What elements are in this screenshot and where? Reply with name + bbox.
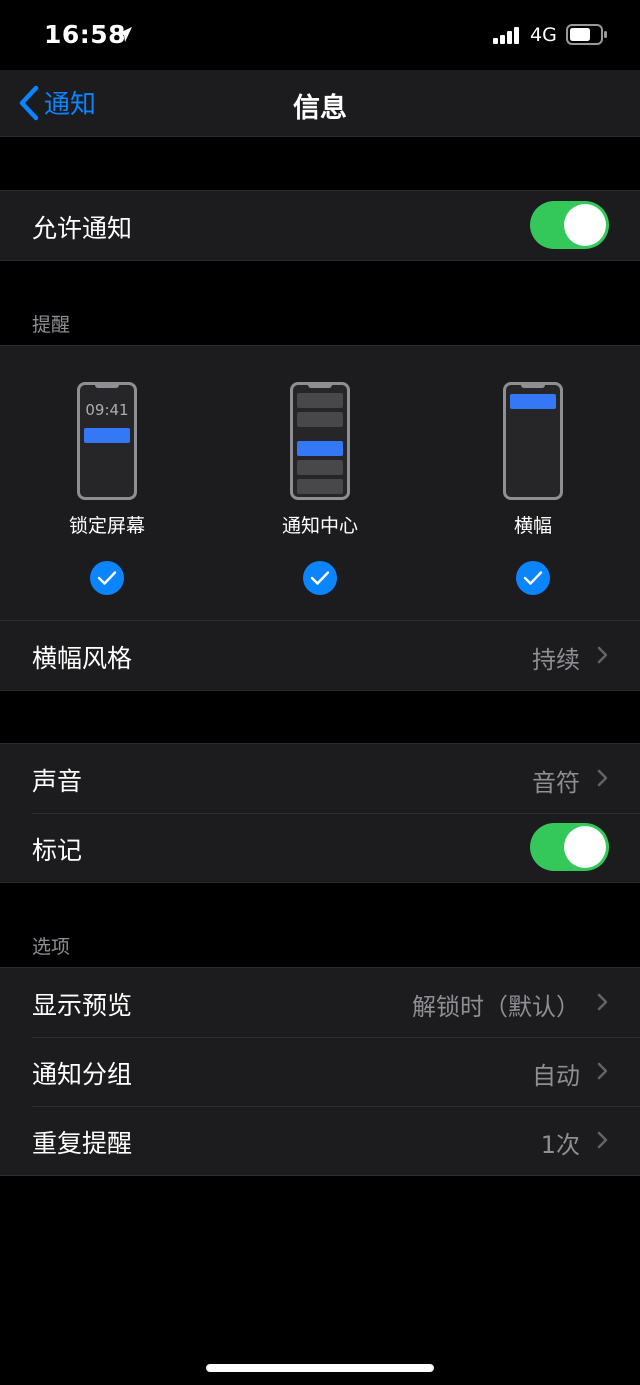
banners-phone-icon bbox=[503, 382, 563, 500]
allow-notifications-toggle[interactable] bbox=[530, 201, 609, 249]
checkmark-icon bbox=[516, 561, 550, 595]
phone-notch bbox=[521, 384, 545, 388]
repeat-alerts-label: 重复提醒 bbox=[32, 1129, 133, 1158]
allow-notifications-label: 允许通知 bbox=[32, 214, 133, 243]
notification-bar bbox=[297, 441, 343, 456]
status-bar: 16:58 4G bbox=[0, 0, 640, 70]
badges-row: 标记 bbox=[0, 813, 640, 882]
sounds-value: 音符 bbox=[532, 769, 580, 797]
status-time: 16:58 bbox=[44, 20, 127, 49]
banner-style-label: 横幅风格 bbox=[32, 644, 133, 673]
notification-bar bbox=[510, 394, 556, 409]
toggle-knob bbox=[564, 204, 606, 246]
list-bar bbox=[297, 460, 343, 475]
list-bar bbox=[297, 479, 343, 494]
notification-grouping-value: 自动 bbox=[532, 1062, 580, 1090]
show-previews-value: 解锁时（默认） bbox=[412, 993, 580, 1021]
checkmark-icon bbox=[90, 561, 124, 595]
network-type: 4G bbox=[530, 24, 557, 46]
alert-option-lock-screen[interactable]: 09:41 锁定屏幕 bbox=[37, 382, 177, 595]
chevron-right-icon bbox=[597, 1131, 608, 1149]
repeat-alerts-value: 1次 bbox=[540, 1131, 580, 1159]
badges-label: 标记 bbox=[32, 836, 83, 865]
notification-grouping-row[interactable]: 通知分组 自动 bbox=[0, 1037, 640, 1106]
alerts-group: 09:41 锁定屏幕 通知中心 横幅 横幅风格 持续 bbox=[0, 345, 640, 691]
phone-notch bbox=[308, 384, 332, 388]
alert-option-banners[interactable]: 横幅 bbox=[463, 382, 603, 595]
phone-notch bbox=[95, 384, 119, 388]
battery-icon bbox=[566, 24, 607, 45]
chevron-right-icon bbox=[597, 769, 608, 787]
repeat-alerts-row[interactable]: 重复提醒 1次 bbox=[0, 1106, 640, 1175]
sounds-label: 声音 bbox=[32, 767, 83, 796]
alert-styles-area: 09:41 锁定屏幕 通知中心 横幅 bbox=[0, 346, 640, 620]
notification-center-phone-icon bbox=[290, 382, 350, 500]
allow-notifications-row: 允许通知 bbox=[0, 191, 640, 260]
lock-screen-phone-icon: 09:41 bbox=[77, 382, 137, 500]
notification-bar bbox=[84, 428, 130, 443]
alert-option-label: 横幅 bbox=[513, 515, 552, 537]
list-bar bbox=[297, 412, 343, 427]
list-bar bbox=[297, 393, 343, 408]
show-previews-row[interactable]: 显示预览 解锁时（默认） bbox=[0, 968, 640, 1037]
allow-notifications-group: 允许通知 bbox=[0, 190, 640, 261]
badges-toggle[interactable] bbox=[530, 823, 609, 871]
banner-style-value: 持续 bbox=[532, 646, 580, 674]
sounds-row[interactable]: 声音 音符 bbox=[0, 744, 640, 813]
show-previews-label: 显示预览 bbox=[32, 991, 133, 1020]
home-indicator[interactable] bbox=[206, 1364, 434, 1372]
chevron-right-icon bbox=[597, 646, 608, 664]
options-section-header: 选项 bbox=[32, 936, 71, 958]
chevron-right-icon bbox=[597, 1062, 608, 1080]
notification-grouping-label: 通知分组 bbox=[32, 1060, 133, 1089]
chevron-right-icon bbox=[597, 993, 608, 1011]
navigation-bar: 通知 信息 bbox=[0, 70, 640, 137]
alert-option-label: 通知中心 bbox=[281, 515, 358, 537]
sounds-badges-group: 声音 音符 标记 bbox=[0, 743, 640, 883]
lock-screen-clock: 09:41 bbox=[85, 401, 129, 419]
toggle-knob bbox=[564, 826, 606, 868]
location-arrow-icon bbox=[117, 27, 132, 42]
cellular-signal-icon bbox=[493, 27, 519, 44]
alert-option-notification-center[interactable]: 通知中心 bbox=[250, 382, 390, 595]
checkmark-icon bbox=[303, 561, 337, 595]
page-title: 信息 bbox=[293, 93, 347, 124]
alerts-section-header: 提醒 bbox=[32, 314, 71, 336]
alert-option-label: 锁定屏幕 bbox=[68, 515, 145, 537]
options-group: 显示预览 解锁时（默认） 通知分组 自动 重复提醒 1次 bbox=[0, 967, 640, 1176]
banner-style-row[interactable]: 横幅风格 持续 bbox=[0, 620, 640, 690]
